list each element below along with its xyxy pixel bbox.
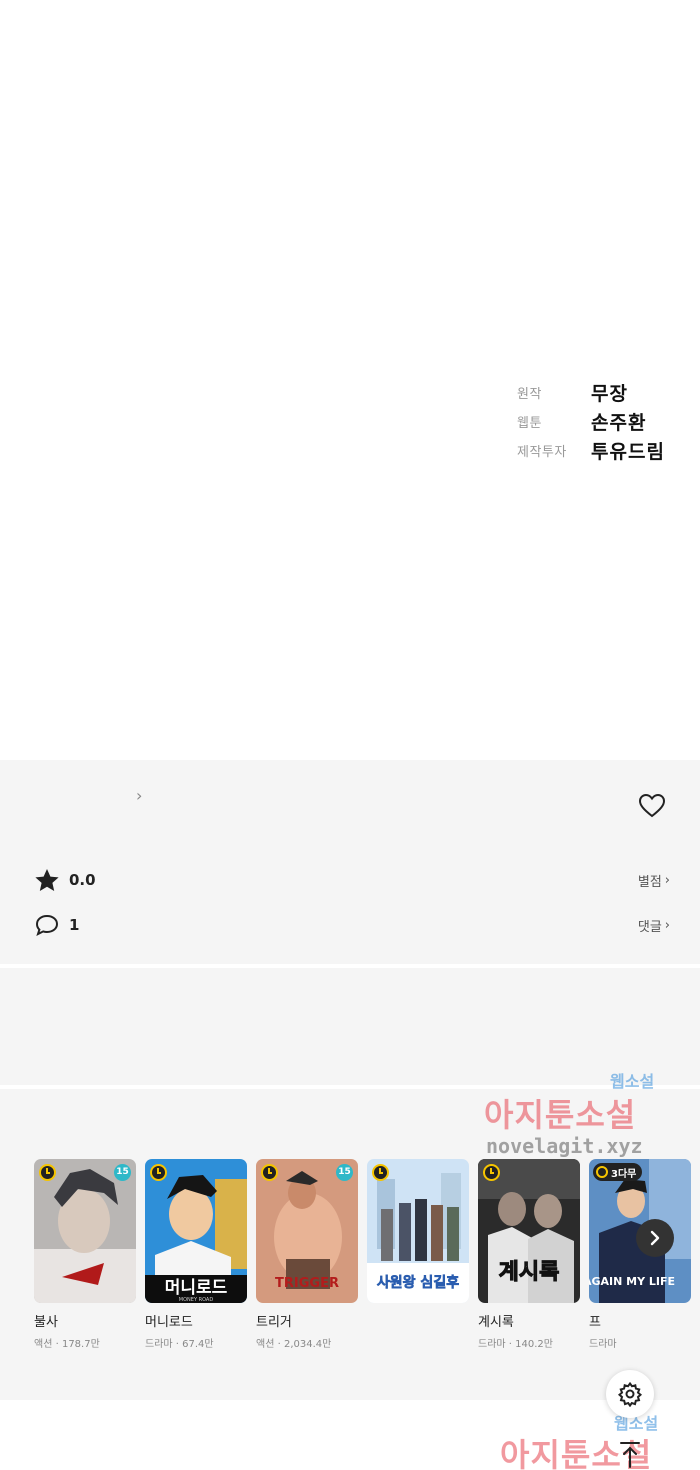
credit-name: 투유드림 (591, 441, 665, 463)
svg-text:AGAIN MY LIFE: AGAIN MY LIFE (589, 1275, 675, 1288)
recommendations-carousel[interactable]: 15 불사 액션 · 178.7만 머니로드 MONEY ROAD 머니로드 드… (34, 1159, 691, 1350)
rec-cover: 계시록 (478, 1159, 580, 1303)
wait-free-clock-icon (372, 1164, 389, 1181)
settings-button[interactable] (606, 1370, 654, 1418)
wait-free-clock-icon (483, 1164, 500, 1181)
wait-free-clock-icon (596, 1166, 608, 1178)
series-title-chevron-icon[interactable]: › (136, 786, 142, 805)
comments-link[interactable]: 댓글 › (638, 916, 670, 935)
watermark-small: 웹소설 (610, 1072, 655, 1091)
rec-cover: 15 (34, 1159, 136, 1303)
star-icon (34, 868, 62, 892)
credit-role: 제작투자 (517, 445, 567, 460)
rec-title: 머니로드 (145, 1315, 193, 1330)
rec-title: 계시록 (478, 1315, 514, 1330)
rec-card[interactable]: AGAIN MY LIFE 3다무 프 드라마 (589, 1159, 691, 1350)
credit-role: 웹툰 (517, 416, 542, 431)
rec-card[interactable]: 사원왕 심길후 (367, 1159, 469, 1349)
rec-meta: 액션 · 178.7만 (34, 1339, 100, 1350)
chevron-right-icon: › (664, 917, 670, 933)
rate-link-label: 별점 (637, 874, 662, 890)
rec-meta: 액션 · 2,034.4만 (256, 1339, 332, 1350)
comments-link-label: 댓글 (637, 919, 662, 935)
rating-row: 0.0 별점 › (34, 865, 670, 895)
age-rating-badge: 15 (336, 1164, 353, 1181)
wait-free-label: 3다무 (611, 1168, 637, 1180)
credit-row-original: 원작 무장 (517, 378, 665, 407)
arrow-up-icon (620, 1442, 640, 1468)
carousel-next-button[interactable] (636, 1219, 674, 1257)
rec-card[interactable]: 15 불사 액션 · 178.7만 (34, 1159, 136, 1350)
age-rating-badge: 15 (114, 1164, 131, 1181)
credit-row-producer: 제작투자 투유드림 (517, 436, 665, 465)
wait-free-clock-icon (150, 1164, 167, 1181)
rec-cover: 머니로드 MONEY ROAD (145, 1159, 247, 1303)
rec-card[interactable]: 계시록 계시록 드라마 · 140.2만 (478, 1159, 580, 1350)
rec-meta: 드라마 (589, 1339, 617, 1350)
rec-card[interactable]: TRIGGER 15 트리거 액션 · 2,034.4만 (256, 1159, 358, 1350)
rate-link[interactable]: 별점 › (638, 871, 670, 890)
chevron-right-icon: › (664, 872, 670, 888)
watermark-main: 아지툰소설 (484, 1096, 637, 1134)
episode-info-section: › 0.0 별점 › 1 댓글 › (0, 760, 700, 964)
credit-role: 원작 (517, 387, 542, 402)
credit-name: 무장 (591, 383, 628, 405)
comment-row: 1 댓글 › (34, 910, 670, 940)
chevron-right-icon (650, 1230, 660, 1246)
rec-meta (367, 1335, 469, 1349)
svg-text:계시록: 계시록 (499, 1260, 560, 1285)
heart-outline-icon[interactable] (638, 793, 666, 823)
rec-meta: 드라마 · 140.2만 (478, 1339, 553, 1350)
creator-credits: 원작 무장 웹툰 손주환 제작투자 투유드림 (517, 378, 665, 465)
rec-title: 트리거 (256, 1315, 292, 1330)
watermark-url: novelagit.xyz (486, 1134, 643, 1158)
wait-free-clock-icon (261, 1164, 278, 1181)
rec-title: 프 (589, 1315, 601, 1330)
rec-cover: TRIGGER 15 (256, 1159, 358, 1303)
credit-row-webtoon: 웹툰 손주환 (517, 407, 665, 436)
rating-value: 0.0 (69, 871, 96, 889)
svg-text:TRIGGER: TRIGGER (275, 1276, 339, 1291)
comment-bubble-icon (34, 913, 62, 937)
rec-card[interactable]: 머니로드 MONEY ROAD 머니로드 드라마 · 67.4만 (145, 1159, 247, 1350)
comment-count: 1 (69, 916, 80, 934)
wait-free-badge: 3다무 (593, 1163, 643, 1181)
rec-title: 불사 (34, 1315, 58, 1330)
svg-text:사원왕 심길후: 사원왕 심길후 (377, 1275, 459, 1291)
wait-free-clock-icon (39, 1164, 56, 1181)
rec-meta: 드라마 · 67.4만 (145, 1339, 214, 1350)
rec-cover: 사원왕 심길후 (367, 1159, 469, 1303)
svg-text:MONEY ROAD: MONEY ROAD (179, 1297, 214, 1303)
empty-band (0, 968, 700, 1085)
gear-icon (617, 1381, 643, 1407)
scroll-to-top-button[interactable] (613, 1440, 647, 1470)
rec-title (367, 1311, 469, 1329)
svg-text:머니로드: 머니로드 (165, 1278, 228, 1298)
credit-name: 손주환 (591, 412, 647, 434)
